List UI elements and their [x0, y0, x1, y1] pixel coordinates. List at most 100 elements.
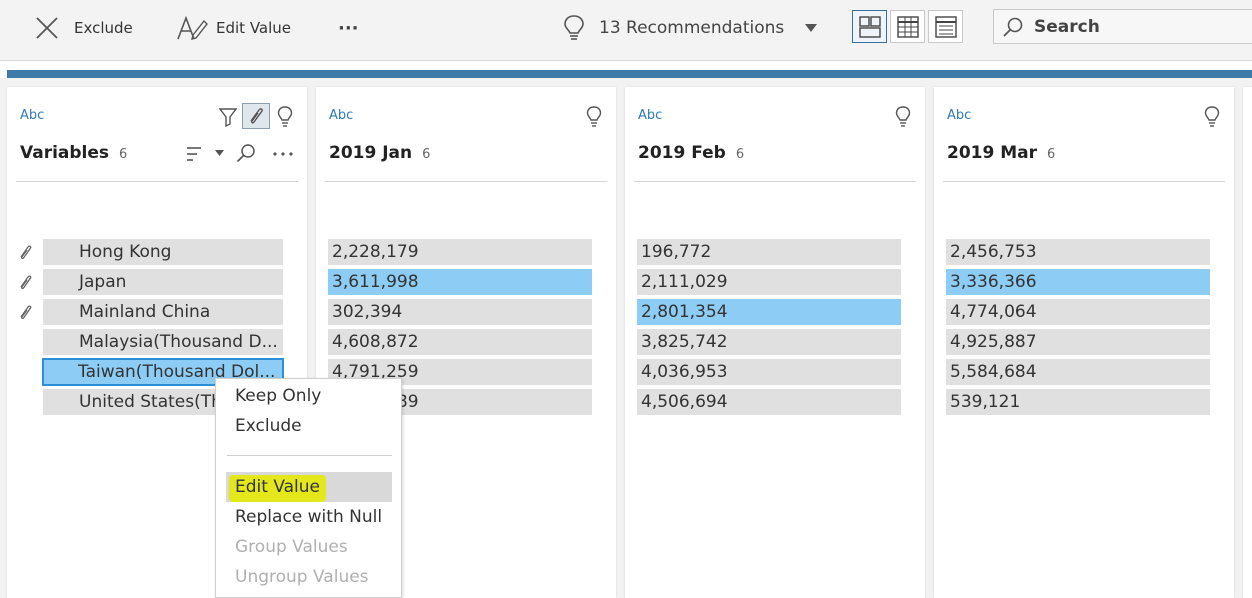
- menu-item-edit-value[interactable]: Edit Value: [235, 477, 320, 497]
- value-label: 3,336,366: [950, 272, 1037, 292]
- value-bar[interactable]: 5,584,684: [946, 359, 1210, 385]
- edit-value-label: Edit Value: [216, 19, 292, 37]
- caret-down-icon[interactable]: [215, 150, 224, 156]
- column-title[interactable]: 2019 Jan 6: [329, 143, 430, 163]
- value-bar[interactable]: 4,036,953: [637, 359, 901, 385]
- menu-item-keep-only[interactable]: Keep Only: [235, 386, 321, 406]
- exclude-button[interactable]: Exclude: [34, 0, 133, 56]
- variable-value-bar[interactable]: Japan: [43, 269, 283, 295]
- column-name: 2019 Mar: [947, 143, 1038, 163]
- column-count: 6: [119, 147, 128, 162]
- lightbulb-icon: [564, 15, 584, 40]
- more-icon[interactable]: [272, 151, 294, 157]
- column-title[interactable]: 2019 Mar 6: [947, 143, 1055, 163]
- paperclip-icon[interactable]: [16, 303, 34, 321]
- value-bar[interactable]: 3,336,366: [946, 269, 1210, 295]
- search-placeholder: Search: [1034, 16, 1100, 37]
- column-name: Variables: [20, 143, 110, 163]
- value-bar[interactable]: 4,608,872: [328, 329, 592, 355]
- value-bar[interactable]: 539,121: [946, 389, 1210, 415]
- value-label: 4,036,953: [641, 362, 728, 382]
- value-label: 4,608,872: [332, 332, 419, 352]
- lightbulb-icon[interactable]: [1204, 106, 1220, 128]
- value-label: United States(Th: [79, 392, 222, 412]
- column-count: 6: [422, 147, 431, 162]
- table-view-icon: [896, 15, 919, 38]
- lightbulb-icon[interactable]: [895, 106, 911, 128]
- value-label: Hong Kong: [79, 242, 172, 262]
- value-label: 196,772: [641, 242, 712, 262]
- column-count: 6: [1047, 147, 1056, 162]
- list-view-button[interactable]: [928, 10, 963, 43]
- recommendations-dropdown[interactable]: 13 Recommendations: [563, 0, 818, 56]
- value-label: 3,825,742: [641, 332, 728, 352]
- context-menu: Keep Only Exclude Edit Value Replace wit…: [215, 378, 402, 598]
- paperclip-icon: [250, 108, 263, 124]
- search-icon: [1003, 17, 1023, 37]
- edit-text-icon: [177, 15, 208, 40]
- variable-value-bar[interactable]: Malaysia(Thousand D...: [43, 329, 283, 355]
- lightbulb-icon[interactable]: [277, 106, 293, 128]
- column-title[interactable]: Variables 6: [20, 143, 127, 163]
- header-divider: [325, 181, 607, 182]
- menu-item-replace-with-null[interactable]: Replace with Null: [235, 507, 382, 527]
- value-bar[interactable]: 4,506,694: [637, 389, 901, 415]
- menu-item-exclude[interactable]: Exclude: [235, 416, 302, 436]
- data-type-label[interactable]: Abc: [638, 108, 662, 123]
- header-divider: [943, 181, 1225, 182]
- caret-down-icon: [805, 24, 818, 32]
- paperclip-icon[interactable]: [16, 273, 34, 291]
- filter-icon[interactable]: [219, 107, 237, 127]
- card-view-button[interactable]: [852, 10, 887, 43]
- search-input[interactable]: Search: [993, 9, 1252, 44]
- value-label: 4,506,694: [641, 392, 728, 412]
- data-type-label[interactable]: Abc: [947, 108, 971, 123]
- variable-value-bar[interactable]: Mainland China: [43, 299, 283, 325]
- value-bar[interactable]: 196,772: [637, 239, 901, 265]
- value-bar[interactable]: 4,925,887: [946, 329, 1210, 355]
- recommendations-label: 13 Recommendations: [599, 18, 785, 38]
- value-label: Mainland China: [79, 302, 211, 322]
- value-bar[interactable]: 2,228,179: [328, 239, 592, 265]
- value-bar[interactable]: 4,774,064: [946, 299, 1210, 325]
- value-label: 5,584,684: [950, 362, 1037, 382]
- value-label: 2,228,179: [332, 242, 419, 262]
- header-divider: [16, 181, 298, 182]
- value-bar[interactable]: 3,825,742: [637, 329, 901, 355]
- toolbar: Exclude Edit Value ··· 13 Recommendation…: [0, 0, 1252, 61]
- data-type-label[interactable]: Abc: [329, 108, 353, 123]
- value-label: 539,121: [950, 392, 1021, 412]
- menu-item-ungroup-values: Ungroup Values: [235, 567, 369, 587]
- column-name: 2019 Jan: [329, 143, 413, 163]
- pin-toggle-button[interactable]: [242, 103, 270, 129]
- menu-divider: [227, 455, 392, 456]
- close-icon: [36, 17, 58, 39]
- value-label: 2,801,354: [641, 302, 728, 322]
- value-bar[interactable]: 2,111,029: [637, 269, 901, 295]
- card-view-icon: [858, 15, 881, 38]
- value-label: 4,774,064: [950, 302, 1037, 322]
- value-label: 3,611,998: [332, 272, 419, 292]
- value-bar[interactable]: 2,456,753: [946, 239, 1210, 265]
- data-type-label[interactable]: Abc: [20, 108, 44, 123]
- column-title[interactable]: 2019 Feb 6: [638, 143, 744, 163]
- paperclip-icon[interactable]: [16, 243, 34, 261]
- variable-value-bar[interactable]: Hong Kong: [43, 239, 283, 265]
- value-label: 4,925,887: [950, 332, 1037, 352]
- sort-icon[interactable]: [186, 146, 202, 162]
- lightbulb-icon[interactable]: [586, 106, 602, 128]
- value-bar[interactable]: 2,801,354: [637, 299, 901, 325]
- column-count: 6: [735, 147, 745, 162]
- search-icon[interactable]: [236, 143, 256, 163]
- value-label: 302,394: [332, 302, 403, 322]
- column-card-next[interactable]: [1243, 87, 1252, 598]
- column-name: 2019 Feb: [638, 143, 726, 163]
- exclude-label: Exclude: [74, 19, 133, 37]
- value-bar[interactable]: 3,611,998: [328, 269, 592, 295]
- table-view-button[interactable]: [890, 10, 925, 43]
- value-label: 2,456,753: [950, 242, 1037, 262]
- value-bar[interactable]: 302,394: [328, 299, 592, 325]
- more-options-button[interactable]: ···: [338, 0, 359, 56]
- edit-value-button[interactable]: Edit Value: [176, 0, 291, 56]
- flow-progress-bar: [7, 70, 1252, 78]
